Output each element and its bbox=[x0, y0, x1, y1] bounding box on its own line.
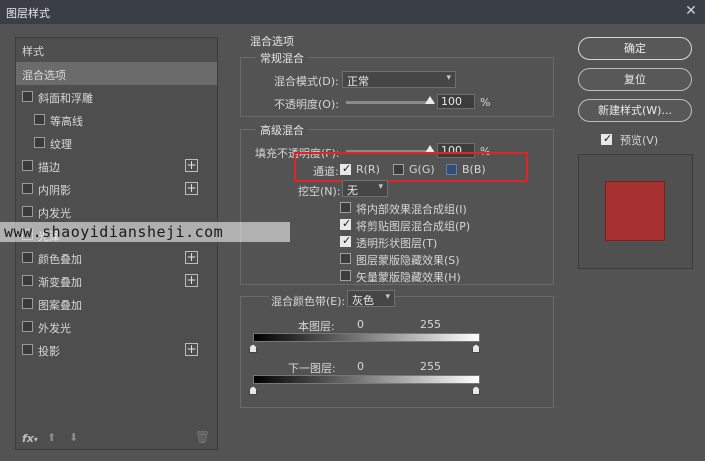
style-item-label: 外发光 bbox=[38, 322, 71, 335]
style-item-checkbox[interactable] bbox=[22, 298, 33, 309]
general-blending-title: 常规混合 bbox=[256, 50, 308, 66]
style-item-checkbox[interactable] bbox=[34, 137, 45, 148]
preview-checkbox[interactable] bbox=[601, 132, 612, 145]
advanced-option-checkbox[interactable] bbox=[340, 253, 351, 264]
style-item-label: 内阴影 bbox=[38, 184, 71, 197]
blend-if-label: 混合颜色带(E): bbox=[269, 293, 348, 309]
this-layer-label: 本图层: bbox=[298, 320, 335, 333]
under-layer-gradient bbox=[253, 375, 480, 384]
chevron-down-icon: ▾ bbox=[378, 182, 383, 192]
blend-options-title: 混合选项 bbox=[250, 35, 294, 48]
opacity-unit: % bbox=[480, 96, 491, 109]
this-layer-max: 255 bbox=[420, 318, 441, 331]
style-item-10[interactable]: 图案叠加 bbox=[16, 292, 217, 315]
style-item-4[interactable]: 描边 + bbox=[16, 154, 217, 177]
styles-header: 样式 bbox=[22, 45, 44, 58]
style-item-checkbox[interactable] bbox=[22, 183, 33, 194]
style-item-5[interactable]: 内阴影 + bbox=[16, 177, 217, 200]
highlight-box bbox=[294, 152, 528, 182]
style-item-checkbox[interactable] bbox=[22, 321, 33, 332]
style-item-1[interactable]: 斜面和浮雕 bbox=[16, 85, 217, 108]
style-item-label: 纹理 bbox=[50, 138, 72, 151]
opacity-slider-track[interactable] bbox=[346, 101, 434, 104]
this-layer-gradient bbox=[253, 333, 480, 342]
blend-if-group bbox=[240, 296, 554, 408]
under-layer-min: 0 bbox=[357, 360, 364, 373]
opacity-label: 不透明度(O): bbox=[274, 98, 339, 111]
new-style-button[interactable]: 新建样式(W)... bbox=[578, 99, 692, 122]
add-style-icon[interactable]: + bbox=[185, 159, 198, 172]
add-style-icon[interactable]: + bbox=[185, 251, 198, 264]
add-style-icon[interactable]: + bbox=[185, 274, 198, 287]
style-item-8[interactable]: 颜色叠加 + bbox=[16, 246, 217, 269]
opacity-slider-handle[interactable] bbox=[425, 96, 435, 104]
style-item-label: 图案叠加 bbox=[38, 299, 82, 312]
advanced-option-label: 透明形状图层(T) bbox=[356, 237, 438, 250]
style-item-label: 等高线 bbox=[50, 115, 83, 128]
reset-button[interactable]: 复位 bbox=[578, 68, 692, 91]
chevron-down-icon: ▾ bbox=[385, 292, 390, 302]
under-layer-max: 255 bbox=[420, 360, 441, 373]
knockout-label: 挖空(N): bbox=[298, 185, 341, 198]
add-style-icon[interactable]: + bbox=[185, 343, 198, 356]
style-item-3[interactable]: 纹理 bbox=[16, 131, 217, 154]
preview-label: 预览(V) bbox=[620, 134, 659, 147]
style-item-11[interactable]: 外发光 bbox=[16, 315, 217, 338]
style-item-label: 斜面和浮雕 bbox=[38, 92, 93, 105]
advanced-option-checkbox[interactable] bbox=[340, 270, 351, 281]
preview-swatch bbox=[606, 182, 664, 240]
style-item-checkbox[interactable] bbox=[22, 91, 33, 102]
watermark: www.shaoyidiansheji.com bbox=[0, 222, 290, 242]
blend-mode-select[interactable]: 正常 ▾ bbox=[342, 71, 456, 88]
style-item-label: 投影 bbox=[38, 345, 60, 358]
advanced-option-checkbox[interactable] bbox=[340, 202, 351, 213]
blend-mode-label: 混合模式(D): bbox=[274, 75, 339, 88]
style-item-label: 内发光 bbox=[38, 207, 71, 220]
advanced-option-label: 将内部效果混合成组(I) bbox=[356, 203, 467, 216]
style-item-9[interactable]: 渐变叠加 + bbox=[16, 269, 217, 292]
under-layer-label: 下一图层: bbox=[288, 362, 336, 375]
arrow-up-icon[interactable]: ⬆ bbox=[47, 431, 56, 444]
add-style-icon[interactable]: + bbox=[185, 182, 198, 195]
style-item-label: 混合选项 bbox=[22, 69, 66, 82]
style-item-label: 渐变叠加 bbox=[38, 276, 82, 289]
style-item-label: 描边 bbox=[38, 161, 60, 174]
preview-thumbnail bbox=[578, 154, 693, 269]
style-item-12[interactable]: 投影 + bbox=[16, 338, 217, 361]
fx-icon[interactable]: fx▾ bbox=[22, 432, 38, 445]
advanced-blending-title: 高级混合 bbox=[256, 122, 308, 138]
advanced-option-label: 将剪贴图层混合成组(P) bbox=[356, 220, 471, 233]
style-item-6[interactable]: 内发光 bbox=[16, 200, 217, 223]
title-bar bbox=[0, 0, 705, 24]
style-item-checkbox[interactable] bbox=[22, 344, 33, 355]
trash-icon[interactable]: 🗑 bbox=[195, 430, 210, 444]
close-icon[interactable]: ✕ bbox=[683, 3, 699, 19]
advanced-option-label: 图层蒙版隐藏效果(S) bbox=[356, 254, 460, 267]
arrow-down-icon[interactable]: ⬇ bbox=[69, 431, 78, 444]
this-layer-min: 0 bbox=[357, 318, 364, 331]
ok-button[interactable]: 确定 bbox=[578, 37, 692, 60]
style-item-checkbox[interactable] bbox=[22, 275, 33, 286]
style-item-checkbox[interactable] bbox=[22, 206, 33, 217]
chevron-down-icon: ▾ bbox=[446, 73, 451, 83]
advanced-option-label: 矢量蒙版隐藏效果(H) bbox=[356, 271, 461, 284]
style-item-label: 颜色叠加 bbox=[38, 253, 82, 266]
window-title: 图层样式 bbox=[6, 7, 50, 20]
style-item-checkbox[interactable] bbox=[22, 252, 33, 263]
advanced-option-checkbox[interactable] bbox=[340, 217, 351, 230]
advanced-option-checkbox[interactable] bbox=[340, 234, 351, 247]
style-item-checkbox[interactable] bbox=[22, 160, 33, 171]
style-item-2[interactable]: 等高线 bbox=[16, 108, 217, 131]
blend-if-select[interactable]: 灰色 ▾ bbox=[347, 290, 395, 307]
styles-list-panel: 样式 混合选项斜面和浮雕等高线纹理描边+内阴影+内发光光泽颜色叠加+渐变叠加+图… bbox=[15, 37, 218, 450]
style-item-checkbox[interactable] bbox=[34, 114, 45, 125]
opacity-input[interactable]: 100 bbox=[437, 94, 475, 109]
knockout-select[interactable]: 无 ▾ bbox=[342, 180, 388, 197]
style-item-0[interactable]: 混合选项 bbox=[16, 62, 217, 85]
